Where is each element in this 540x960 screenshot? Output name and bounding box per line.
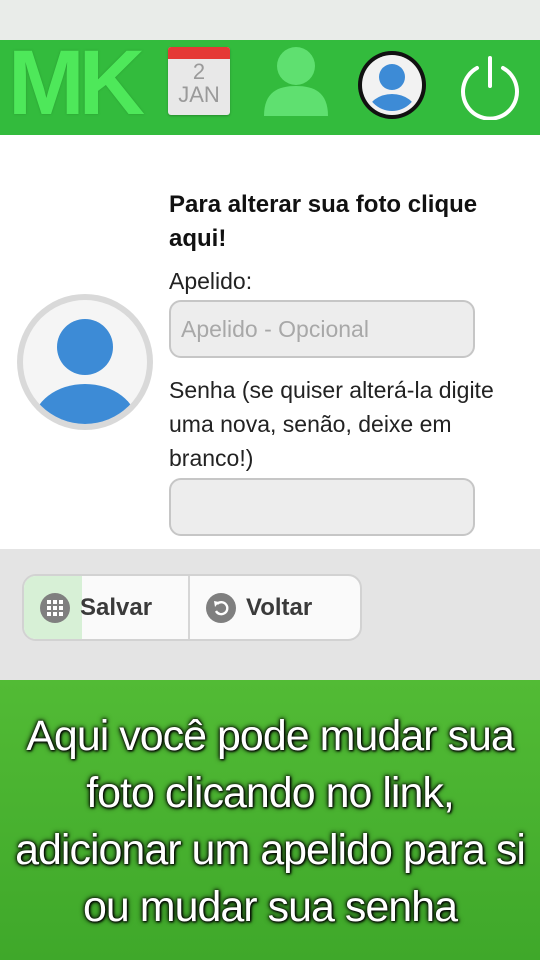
action-button-group: Salvar Voltar bbox=[22, 574, 362, 641]
calendar-icon[interactable]: 2 JAN bbox=[168, 47, 230, 115]
save-button[interactable]: Salvar bbox=[24, 576, 187, 639]
user-icon[interactable] bbox=[262, 44, 330, 116]
calendar-bar bbox=[168, 47, 230, 59]
grid-icon bbox=[40, 592, 70, 623]
calendar-month: JAN bbox=[178, 82, 220, 107]
back-button[interactable]: Voltar bbox=[188, 576, 360, 639]
power-icon[interactable] bbox=[457, 54, 523, 120]
profile-photo-avatar[interactable] bbox=[15, 292, 155, 432]
password-label: Senha (se quiser alterá-la digite uma no… bbox=[169, 377, 494, 471]
password-input[interactable] bbox=[169, 478, 475, 536]
tutorial-caption: Aqui você pode mudar sua foto clicando n… bbox=[15, 712, 526, 931]
back-button-label: Voltar bbox=[246, 593, 313, 621]
profile-avatar-icon[interactable] bbox=[357, 50, 427, 120]
calendar-day: 2 bbox=[192, 59, 206, 84]
change-photo-link[interactable]: Para alterar sua foto clique aqui! bbox=[169, 188, 529, 256]
nickname-label: Apelido: bbox=[169, 268, 253, 294]
nickname-input[interactable] bbox=[169, 300, 475, 358]
save-button-label: Salvar bbox=[80, 593, 153, 621]
mk-logo[interactable]: MK bbox=[8, 37, 145, 129]
undo-icon bbox=[206, 592, 236, 623]
